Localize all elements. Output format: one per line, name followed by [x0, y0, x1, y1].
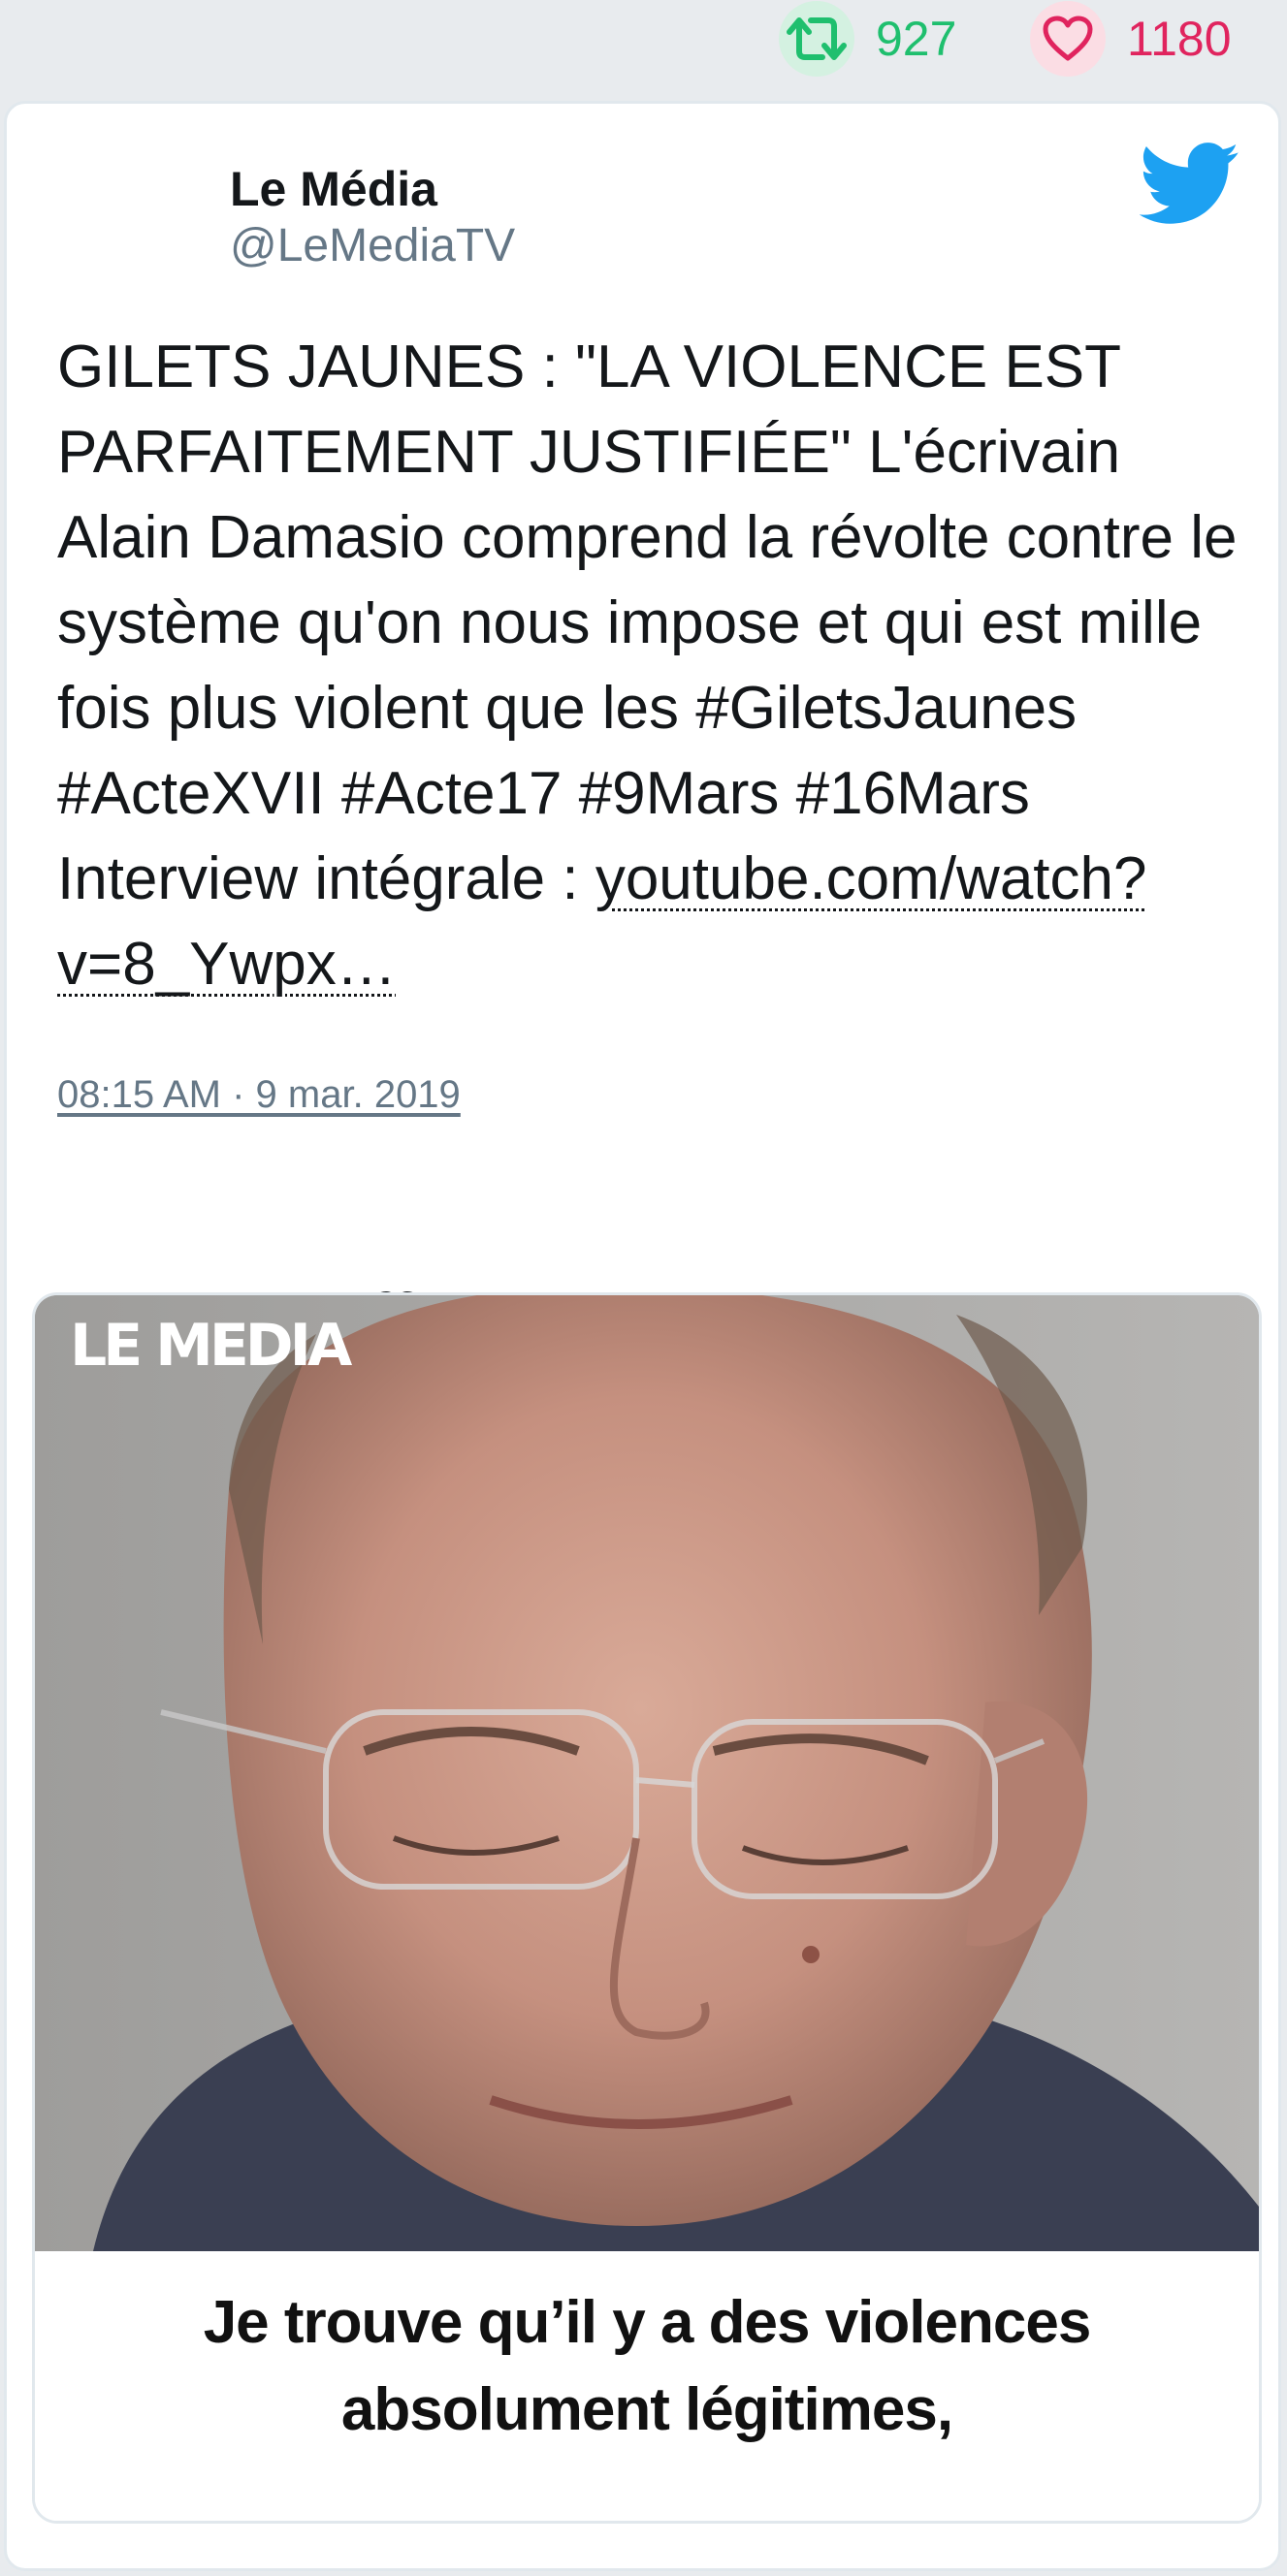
video-caption: Je trouve qu’il y a des violences absolu…: [35, 2251, 1259, 2521]
like-count: 1180: [1127, 12, 1232, 66]
like-stat[interactable]: 1180: [1030, 1, 1232, 77]
retweet-icon[interactable]: [779, 1, 854, 77]
media-attachment[interactable]: LE MEDIA Je trouve qu’il y a des violenc…: [32, 1292, 1262, 2524]
tweet-card: Le Média @LeMediaTV GILETS JAUNES : "LA …: [4, 101, 1281, 2571]
media-logo: LE MEDIA: [70, 1312, 353, 1380]
tweet-text: GILETS JAUNES : "LA VIOLENCE EST PARFAIT…: [57, 325, 1245, 1007]
tweet-timestamp[interactable]: 08:15 AM · 9 mar. 2019: [57, 1073, 461, 1117]
retweet-stat[interactable]: 927: [779, 1, 957, 77]
engagement-bar: 927 1180: [0, 0, 1287, 92]
heart-icon[interactable]: [1030, 1, 1106, 77]
video-thumbnail[interactable]: LE MEDIA: [35, 1295, 1259, 2251]
caption-line-1: Je trouve qu’il y a des violences: [203, 2289, 1092, 2356]
author-handle[interactable]: @LeMediaTV: [230, 218, 515, 274]
author-name[interactable]: Le Média: [230, 160, 437, 218]
twitter-bird-icon[interactable]: [1140, 141, 1240, 228]
tweet-body: GILETS JAUNES : "LA VIOLENCE EST PARFAIT…: [57, 334, 1238, 912]
caption-line-2: absolument légitimes,: [340, 2376, 953, 2443]
retweet-count: 927: [876, 12, 957, 66]
